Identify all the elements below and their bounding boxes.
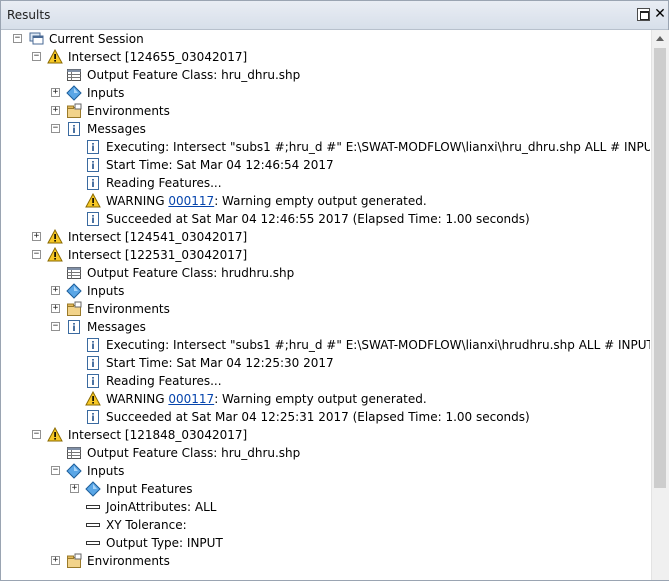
info-icon (85, 409, 101, 425)
warning-code-link[interactable]: 000117 (168, 194, 214, 208)
tree-node-label: XY Tolerance: (106, 518, 187, 532)
tree-node-label: Output Feature Class: hrudhru.shp (87, 266, 295, 280)
warning-code-link[interactable]: 000117 (168, 392, 214, 406)
results-tree: − Current Session − Intersect [124655_03… (1, 30, 650, 580)
message-text: Succeeded at Sat Mar 04 12:25:31 2017 (E… (106, 410, 530, 424)
tree-node-label: Environments (87, 302, 170, 316)
vertical-scrollbar[interactable] (651, 30, 669, 580)
inputs-diamond-icon (66, 85, 82, 101)
message-text: WARNING 000117: Warning empty output gen… (106, 391, 427, 407)
collapse-icon[interactable]: − (32, 430, 41, 439)
collapse-icon[interactable]: − (51, 322, 60, 331)
table-icon (66, 67, 82, 83)
tree-node-label: Intersect [124655_03042017] (68, 50, 248, 64)
warning-icon (85, 193, 101, 209)
environments-icon (66, 553, 82, 569)
parameter-icon (85, 499, 101, 515)
expand-icon[interactable]: + (70, 484, 79, 493)
environments-icon (66, 103, 82, 119)
title-bar: Results ✕ (1, 1, 668, 30)
warning-icon (85, 391, 101, 407)
results-window: Results ✕ − Current Session − Intersect … (0, 0, 669, 581)
inputs-diamond-icon (66, 283, 82, 299)
message-text: Executing: Intersect "subs1 #;hru_d #" E… (106, 338, 650, 352)
expand-icon[interactable]: + (51, 304, 60, 313)
message-text: Succeeded at Sat Mar 04 12:46:55 2017 (E… (106, 212, 530, 226)
tree-node-label: Output Type: INPUT (106, 536, 223, 550)
tree-node-label: Messages (87, 320, 146, 334)
inputs-diamond-icon (66, 463, 82, 479)
close-icon[interactable]: ✕ (653, 7, 667, 21)
tree-node-label: Inputs (87, 464, 125, 478)
collapse-icon[interactable]: − (32, 250, 41, 259)
warning-prefix: WARNING (106, 194, 169, 208)
info-icon (66, 319, 82, 335)
expand-icon[interactable]: + (32, 232, 41, 241)
parameter-icon (85, 535, 101, 551)
tree-node-label: Intersect [122531_03042017] (68, 248, 248, 262)
table-icon (66, 445, 82, 461)
tree-node-label: Inputs (87, 284, 125, 298)
message-text: Reading Features... (106, 374, 222, 388)
parameter-icon (85, 517, 101, 533)
restore-icon[interactable] (637, 8, 650, 21)
message-text: WARNING 000117: Warning empty output gen… (106, 193, 427, 209)
warning-icon (47, 229, 63, 245)
expand-icon[interactable]: + (51, 106, 60, 115)
collapse-icon[interactable]: − (51, 124, 60, 133)
info-icon (85, 211, 101, 227)
tree-node-label: Intersect [121848_03042017] (68, 428, 248, 442)
collapse-icon[interactable]: − (51, 466, 60, 475)
scrollbar-thumb[interactable] (654, 48, 666, 488)
tree-node-label: JoinAttributes: ALL (106, 500, 217, 514)
message-text: Reading Features... (106, 176, 222, 190)
info-icon (66, 121, 82, 137)
tree-node-label: Output Feature Class: hru_dhru.shp (87, 68, 301, 82)
expand-icon[interactable]: + (51, 556, 60, 565)
expand-icon[interactable]: + (51, 286, 60, 295)
tree-node-label: Intersect [124541_03042017] (68, 230, 248, 244)
collapse-icon[interactable]: − (32, 52, 41, 61)
collapse-icon[interactable]: − (13, 34, 22, 43)
window-title: Results (7, 8, 51, 22)
message-text: Executing: Intersect "subs1 #;hru_d #" E… (106, 140, 650, 154)
info-icon (85, 337, 101, 353)
info-icon (85, 157, 101, 173)
warning-icon (47, 427, 63, 443)
session-icon (29, 31, 45, 47)
info-icon (85, 373, 101, 389)
message-text: Start Time: Sat Mar 04 12:25:30 2017 (106, 356, 334, 370)
scroll-up-arrow-icon[interactable] (656, 36, 664, 41)
warning-icon (47, 49, 63, 65)
warning-suffix: : Warning empty output generated. (214, 392, 427, 406)
tree-node-label: Messages (87, 122, 146, 136)
tree-node-label: Output Feature Class: hru_dhru.shp (87, 446, 301, 460)
tree-node-label: Environments (87, 554, 170, 568)
tree-node-label: Environments (87, 104, 170, 118)
tree-node-label: Inputs (87, 86, 125, 100)
info-icon (85, 175, 101, 191)
warning-icon (47, 247, 63, 263)
warning-suffix: : Warning empty output generated. (214, 194, 427, 208)
expand-icon[interactable]: + (51, 88, 60, 97)
warning-prefix: WARNING (106, 392, 169, 406)
info-icon (85, 355, 101, 371)
tree-node-label: Current Session (49, 32, 144, 46)
inputs-diamond-icon (85, 481, 101, 497)
message-text: Start Time: Sat Mar 04 12:46:54 2017 (106, 158, 334, 172)
table-icon (66, 265, 82, 281)
info-icon (85, 139, 101, 155)
tree-node-label: Input Features (106, 482, 193, 496)
environments-icon (66, 301, 82, 317)
